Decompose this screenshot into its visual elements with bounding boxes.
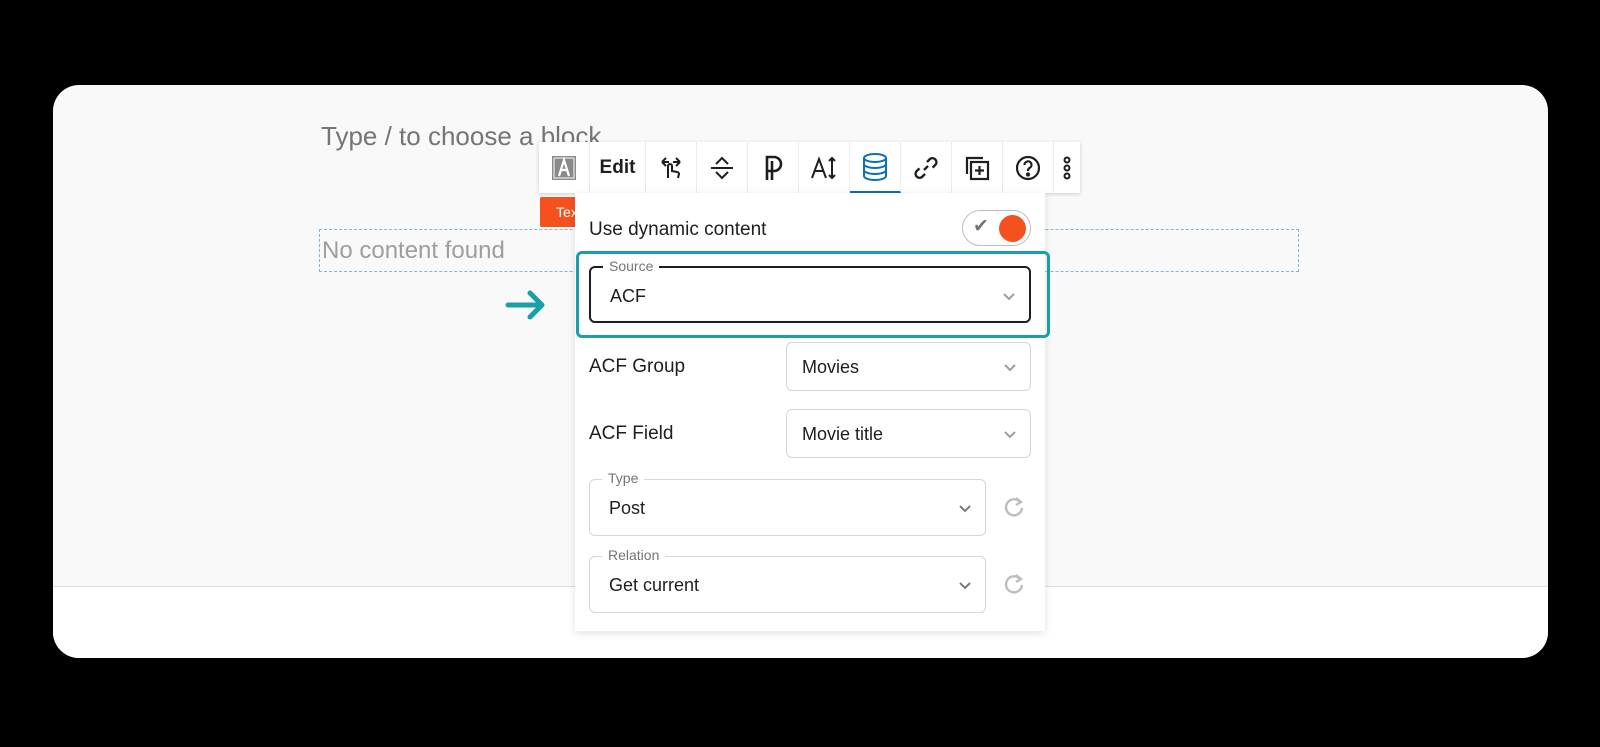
paragraph-icon[interactable] — [748, 142, 799, 193]
source-select[interactable]: Source ACF — [589, 258, 1031, 323]
arrow-right-icon — [505, 290, 545, 320]
link-icon[interactable] — [901, 142, 952, 193]
dynamic-content-panel: Use dynamic content ✔ Source ACF ACF Gro… — [575, 193, 1050, 631]
type-legend: Type — [602, 470, 645, 486]
block-toolbar: Edit — [539, 142, 1080, 193]
toggle-knob — [999, 215, 1026, 242]
type-value: Post — [609, 498, 646, 518]
acf-group-label: ACF Group — [589, 356, 686, 377]
chevron-down-icon — [1004, 364, 1016, 372]
chevron-down-icon — [959, 582, 971, 590]
source-legend: Source — [603, 258, 660, 274]
align-vertical-icon[interactable] — [697, 142, 748, 193]
acf-group-value: Movies — [802, 357, 860, 377]
dynamic-content-toggle[interactable]: ✔ — [962, 210, 1031, 246]
no-content-text: No content found — [322, 237, 505, 264]
reset-icon[interactable] — [1002, 495, 1026, 519]
relation-value: Get current — [609, 575, 700, 595]
text-block-icon[interactable] — [539, 142, 590, 193]
dynamic-content-label: Use dynamic content — [589, 219, 767, 240]
text-size-icon[interactable] — [799, 142, 850, 193]
acf-field-value: Movie title — [802, 424, 884, 444]
edit-button[interactable]: Edit — [590, 142, 646, 193]
type-select[interactable]: Type Post — [589, 470, 986, 536]
chevron-down-icon — [1004, 431, 1016, 439]
reset-icon[interactable] — [1002, 572, 1026, 596]
acf-field-label: ACF Field — [589, 423, 674, 444]
source-value: ACF — [610, 286, 646, 306]
chevron-down-icon — [959, 505, 971, 513]
relation-legend: Relation — [602, 547, 666, 563]
check-icon: ✔ — [973, 216, 989, 237]
database-icon[interactable] — [850, 142, 901, 193]
add-block-icon[interactable] — [952, 142, 1003, 193]
pointer-gesture-icon[interactable] — [646, 142, 697, 193]
acf-field-select[interactable]: Movie title — [786, 409, 1031, 458]
more-vertical-icon[interactable] — [1054, 142, 1080, 193]
acf-group-select[interactable]: Movies — [786, 342, 1031, 391]
chevron-down-icon — [1003, 293, 1015, 301]
help-icon[interactable] — [1003, 142, 1054, 193]
relation-select[interactable]: Relation Get current — [589, 547, 986, 613]
edit-label: Edit — [599, 156, 636, 178]
